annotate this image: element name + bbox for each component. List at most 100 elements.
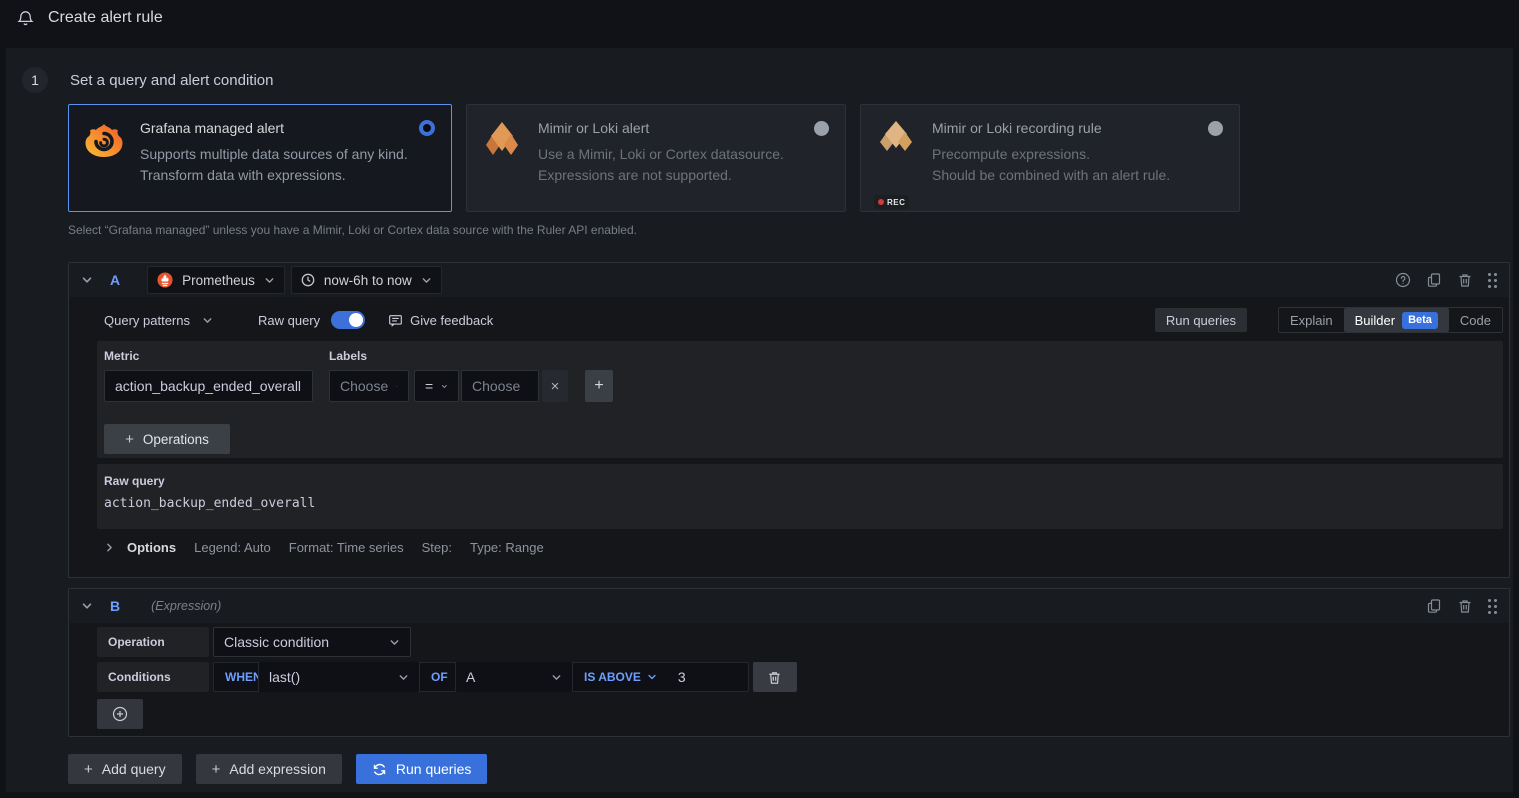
run-queries-toolbar-button[interactable]: Run queries	[1155, 308, 1247, 332]
card-description: Precompute expressions. Should be combin…	[932, 144, 1223, 186]
add-condition-button[interactable]	[97, 699, 143, 729]
trash-icon[interactable]	[1457, 272, 1473, 288]
expression-kind-label: (Expression)	[151, 599, 221, 613]
options-format: Format: Time series	[289, 540, 404, 555]
label-operator-select[interactable]: =	[414, 370, 459, 402]
page-title: Create alert rule	[48, 9, 163, 27]
query-footer-actions: + Add query + Add expression Run queries	[68, 754, 487, 784]
card-desc-line1: Precompute expressions.	[932, 144, 1223, 165]
grafana-logo-icon	[85, 120, 125, 211]
query-editor-a: A Prometheus now-6h to now	[68, 262, 1510, 578]
metric-labels-group: Metric action_backup_ended_overall Label…	[97, 341, 1503, 458]
editor-mode-switcher: Explain Builder Beta Code	[1278, 307, 1503, 333]
operations-label: Operations	[143, 432, 209, 447]
plus-icon: +	[212, 761, 221, 778]
mode-code[interactable]: Code	[1449, 308, 1502, 332]
duplicate-icon[interactable]	[1426, 272, 1442, 288]
reducer-function-select[interactable]: last()	[258, 662, 420, 692]
sync-icon	[372, 762, 387, 777]
raw-query-toggle[interactable]	[331, 311, 365, 329]
trash-icon[interactable]	[1457, 598, 1473, 614]
add-expression-label: Add expression	[229, 761, 326, 777]
expression-ref-id: B	[110, 598, 120, 614]
radio-selected[interactable]	[419, 120, 435, 136]
card-mimir-loki-recording-rule[interactable]: REC Mimir or Loki recording rule Precomp…	[860, 104, 1240, 212]
step-number-badge: 1	[22, 67, 48, 93]
give-feedback-label: Give feedback	[410, 313, 493, 328]
time-range-picker[interactable]: now-6h to now	[291, 266, 442, 294]
step-title: Set a query and alert condition	[70, 72, 273, 89]
card-title: Mimir or Loki alert	[538, 120, 649, 136]
comment-icon	[388, 313, 403, 328]
drag-handle-icon[interactable]	[1488, 273, 1497, 288]
evaluator-dropdown[interactable]: IS ABOVE	[573, 670, 668, 684]
options-step: Step:	[422, 540, 452, 555]
duplicate-icon[interactable]	[1426, 598, 1442, 614]
step-1-header: 1 Set a query and alert condition	[22, 67, 273, 93]
card-description: Use a Mimir, Loki or Cortex datasource. …	[538, 144, 829, 186]
label-value-placeholder: Choose	[472, 378, 520, 394]
query-a-toolbar: Query patterns Raw query Give feedback R…	[97, 306, 1503, 334]
alert-type-cards: Grafana managed alert Supports multiple …	[68, 104, 1240, 212]
query-ref-select[interactable]: A	[455, 662, 573, 692]
query-patterns-dropdown[interactable]: Query patterns	[104, 313, 213, 328]
plus-icon: +	[125, 431, 134, 448]
toggle-knob	[349, 313, 363, 327]
expression-b-body: Operation Classic condition Conditions W…	[69, 627, 1509, 729]
drag-handle-icon[interactable]	[1488, 599, 1497, 614]
expression-b-header: B (Expression)	[69, 589, 1509, 623]
plus-icon: +	[84, 761, 93, 778]
card-title: Grafana managed alert	[140, 120, 284, 136]
reducer-function-value: last()	[269, 669, 300, 685]
chevron-down-icon	[398, 672, 409, 683]
mode-explain[interactable]: Explain	[1279, 308, 1344, 332]
options-legend: Legend: Auto	[194, 540, 271, 555]
collapse-chevron-icon[interactable]	[81, 274, 93, 286]
mode-builder[interactable]: Builder Beta	[1344, 308, 1449, 332]
collapse-chevron-icon[interactable]	[81, 600, 93, 612]
threshold-input[interactable]	[668, 663, 748, 691]
rec-badge: REC	[874, 195, 909, 209]
radio-unselected[interactable]	[814, 121, 829, 136]
of-token: OF	[420, 670, 455, 684]
options-type: Type: Range	[470, 540, 544, 555]
alert-rule-form: 1 Set a query and alert condition	[6, 48, 1513, 792]
operation-select[interactable]: Classic condition	[213, 627, 411, 657]
clock-icon	[301, 273, 315, 287]
label-key-select[interactable]: Choose	[329, 370, 409, 402]
beta-badge: Beta	[1402, 312, 1438, 329]
delete-condition-button[interactable]	[753, 662, 797, 692]
card-body: Mimir or Loki alert Use a Mimir, Loki or…	[538, 120, 829, 211]
add-label-button[interactable]: +	[585, 370, 613, 402]
labels-field: Labels Choose = Choose	[329, 349, 613, 402]
evaluator-value: IS ABOVE	[584, 670, 641, 684]
add-query-button[interactable]: + Add query	[68, 754, 182, 784]
run-queries-button[interactable]: Run queries	[356, 754, 488, 784]
chevron-right-icon[interactable]	[104, 542, 115, 553]
run-queries-label: Run queries	[396, 761, 472, 777]
remove-label-button[interactable]: ×	[542, 370, 568, 402]
metric-select[interactable]: action_backup_ended_overall	[104, 370, 313, 402]
card-mimir-loki-alert[interactable]: Mimir or Loki alert Use a Mimir, Loki or…	[466, 104, 846, 212]
radio-unselected[interactable]	[1208, 121, 1223, 136]
card-grafana-managed-alert[interactable]: Grafana managed alert Supports multiple …	[68, 104, 452, 212]
label-operator-value: =	[425, 378, 433, 394]
card-desc-line2: Transform data with expressions.	[140, 165, 435, 186]
circled-plus-icon	[112, 706, 128, 722]
chevron-down-icon	[441, 381, 448, 392]
card-desc-line1: Use a Mimir, Loki or Cortex datasource.	[538, 144, 829, 165]
datasource-name: Prometheus	[182, 273, 255, 288]
query-a-body: Query patterns Raw query Give feedback R…	[69, 306, 1509, 558]
add-expression-button[interactable]: + Add expression	[196, 754, 342, 784]
card-desc-line2: Expressions are not supported.	[538, 165, 829, 186]
label-value-select[interactable]: Choose	[461, 370, 539, 402]
give-feedback-link[interactable]: Give feedback	[388, 313, 493, 328]
add-operations-button[interactable]: + Operations	[104, 424, 230, 454]
options-label[interactable]: Options	[127, 540, 176, 555]
help-icon[interactable]	[1395, 272, 1411, 288]
metric-value: action_backup_ended_overall	[115, 378, 301, 394]
conditions-label-box: Conditions	[97, 662, 209, 692]
operation-value: Classic condition	[224, 634, 329, 650]
datasource-picker[interactable]: Prometheus	[147, 266, 285, 294]
card-body: Grafana managed alert Supports multiple …	[140, 120, 435, 211]
